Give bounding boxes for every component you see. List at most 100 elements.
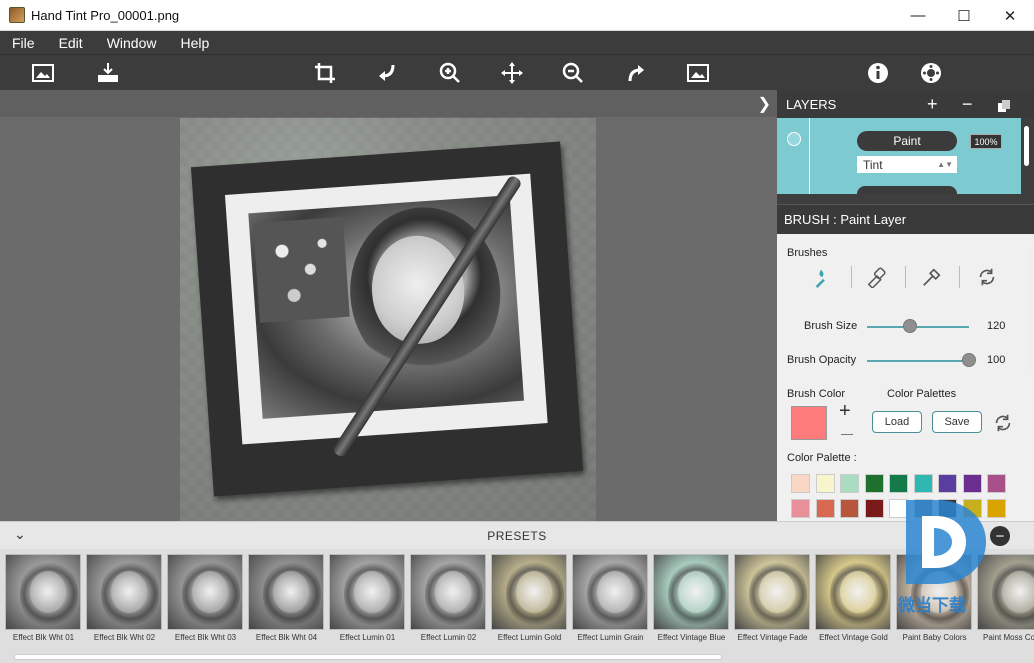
color-palettes-label: Color Palettes	[887, 388, 957, 400]
crop-icon[interactable]	[311, 59, 339, 87]
zoom-in-icon[interactable]	[436, 59, 464, 87]
palette-swatch[interactable]	[864, 499, 884, 518]
palette-swatch[interactable]	[987, 474, 1006, 493]
brush-opacity-value: 100	[987, 354, 1006, 366]
image-canvas[interactable]	[180, 118, 596, 521]
brush-size-knob[interactable]	[902, 319, 917, 333]
palette-swatch[interactable]	[840, 474, 859, 493]
menu-edit[interactable]: Edit	[47, 35, 95, 51]
fit-image-icon[interactable]	[684, 59, 712, 87]
eyedropper-icon[interactable]	[918, 264, 946, 290]
layer-opacity[interactable]: 100%	[970, 134, 1002, 149]
layers-header: LAYERS + −	[777, 90, 1034, 118]
thumbnail-face	[30, 571, 66, 613]
palette-swatch[interactable]	[938, 474, 957, 493]
layers-scrollbar[interactable]	[1024, 126, 1029, 166]
layer-name[interactable]: Paint	[857, 131, 957, 151]
presets-title: PRESETS	[487, 529, 547, 543]
canvas-header: ❯	[0, 90, 777, 117]
eraser-brush-icon[interactable]	[863, 264, 891, 290]
preset-label: Effect Lumin Grain	[577, 633, 644, 642]
menu-help[interactable]: Help	[168, 35, 221, 51]
preset-thumbnail[interactable]	[491, 554, 567, 630]
open-image-icon[interactable]	[29, 59, 57, 87]
menu-window[interactable]: Window	[95, 35, 169, 51]
preset-thumbnail[interactable]	[410, 554, 486, 630]
palette-swatch[interactable]	[791, 474, 810, 493]
title-bar: Hand Tint Pro_00001.png — ☐ ✕	[0, 0, 1034, 31]
brushes-label: Brushes	[787, 247, 828, 259]
minimize-button[interactable]: —	[895, 0, 941, 31]
brush-scrollbar[interactable]	[1027, 250, 1032, 370]
preset-label: Effect Lumin Gold	[497, 633, 562, 642]
preset-label: Effect Blk Wht 02	[93, 633, 156, 642]
chevron-right-icon[interactable]: ❯	[758, 94, 771, 114]
duplicate-layer-icon[interactable]	[997, 97, 1011, 118]
preset-label: Effect Lumin 01	[339, 633, 396, 642]
zoom-out-icon[interactable]	[559, 59, 587, 87]
brush-opacity-knob[interactable]	[962, 353, 976, 367]
preset-label: Effect Vintage Blue	[657, 633, 726, 642]
move-icon[interactable]	[498, 59, 526, 87]
thumbnail-face	[435, 571, 471, 613]
preset-label: Effect Vintage Fade	[737, 633, 808, 642]
redo-icon[interactable]	[622, 59, 650, 87]
palette-swatch[interactable]	[864, 474, 884, 493]
thumbnail-face	[759, 571, 795, 613]
brush-opacity-slider[interactable]	[867, 360, 969, 362]
window-title: Hand Tint Pro_00001.png	[31, 7, 180, 23]
palette-swatch[interactable]	[962, 474, 982, 493]
palette-swatch[interactable]	[840, 499, 859, 518]
tint-brush-icon[interactable]	[809, 264, 837, 290]
layer-divider	[809, 118, 810, 194]
chevron-down-icon[interactable]: ⌄	[14, 526, 26, 543]
thumbnail-face	[354, 571, 390, 613]
maximize-button[interactable]: ☐	[941, 0, 987, 31]
preset-thumbnail[interactable]	[329, 554, 405, 630]
remove-layer-button[interactable]: −	[962, 94, 973, 115]
swap-palette-icon[interactable]	[992, 412, 1014, 434]
preset-label: Effect Vintage Gold	[819, 633, 888, 642]
presets-scrollbar[interactable]	[14, 654, 722, 660]
settings-icon[interactable]	[917, 59, 945, 87]
palette-swatch[interactable]	[815, 499, 835, 518]
preset-thumbnail[interactable]	[248, 554, 324, 630]
add-layer-button[interactable]: +	[927, 94, 938, 115]
layer-name-next[interactable]	[857, 186, 957, 194]
separator	[959, 266, 960, 288]
preset-thumbnail[interactable]	[5, 554, 81, 630]
canvas-area[interactable]: ❯	[0, 90, 777, 521]
brush-size-slider[interactable]	[867, 326, 969, 328]
preset-thumbnail[interactable]	[572, 554, 648, 630]
preset-thumbnail[interactable]	[734, 554, 810, 630]
thumbnail-face	[111, 571, 147, 613]
layer-row[interactable]: Paint 100% Tint ▲▼	[777, 118, 1021, 194]
close-button[interactable]: ✕	[987, 0, 1033, 31]
preset-label: Paint Baby Colors	[902, 633, 967, 642]
brush-color-label: Brush Color	[787, 388, 846, 400]
brush-color-swatch[interactable]	[791, 406, 827, 440]
palette-swatch[interactable]	[791, 499, 810, 518]
undo-icon[interactable]	[373, 59, 401, 87]
preset-thumbnail[interactable]	[815, 554, 891, 630]
menu-file[interactable]: File	[0, 35, 47, 51]
palette-swatch[interactable]	[889, 474, 908, 493]
preset-thumbnail[interactable]	[653, 554, 729, 630]
remove-color-button[interactable]	[841, 434, 853, 435]
info-icon[interactable]	[864, 59, 892, 87]
preset-thumbnail[interactable]	[86, 554, 162, 630]
preset-thumbnail[interactable]	[167, 554, 243, 630]
brush-tools	[807, 264, 1007, 290]
save-palette-button[interactable]: Save	[932, 411, 982, 433]
preset-label: Effect Lumin 02	[420, 633, 477, 642]
add-color-button[interactable]: +	[839, 400, 851, 423]
layer-blend-mode-select[interactable]: Tint ▲▼	[857, 156, 957, 173]
palette-swatch[interactable]	[815, 474, 835, 493]
palette-swatch[interactable]	[913, 474, 933, 493]
thumbnail-face	[273, 571, 309, 613]
brush-size-value: 120	[987, 320, 1006, 332]
load-palette-button[interactable]: Load	[872, 411, 922, 433]
layer-select-radio[interactable]	[787, 132, 801, 146]
refresh-icon[interactable]	[973, 264, 1001, 290]
save-download-icon[interactable]	[94, 59, 122, 87]
